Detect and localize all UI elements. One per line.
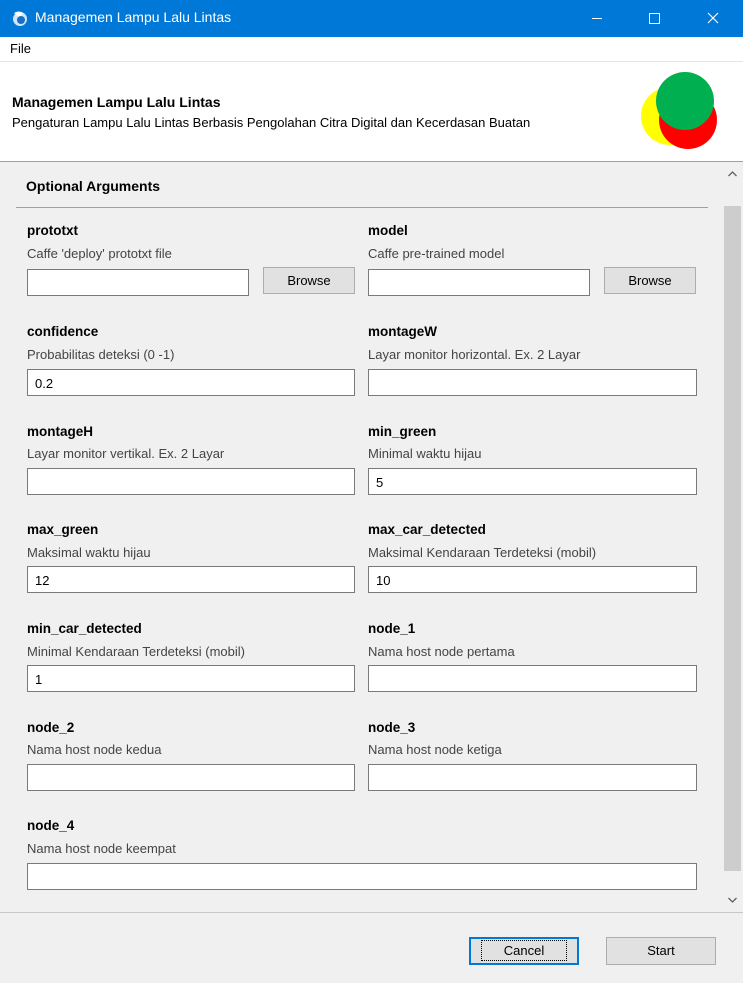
max-green-field[interactable]: 12 [27, 566, 355, 593]
node-2-label: node_2 [27, 720, 75, 735]
arguments-panel: Optional Arguments prototxt Caffe 'deplo… [0, 162, 722, 912]
node-3-label: node_3 [368, 720, 416, 735]
header-title: Managemen Lampu Lalu Lintas [12, 94, 221, 110]
maximize-button[interactable] [626, 0, 684, 37]
prototxt-desc: Caffe 'deploy' prototxt file [27, 246, 172, 261]
traffic-light-logo [641, 72, 717, 149]
node-2-desc: Nama host node kedua [27, 742, 162, 757]
app-icon [13, 11, 27, 26]
max-car-detected-field[interactable]: 10 [368, 566, 697, 593]
min-car-detected-field[interactable]: 1 [27, 665, 355, 692]
menu-bar: File [0, 37, 743, 62]
max-car-detected-label: max_car_detected [368, 522, 486, 537]
montageH-desc: Layar monitor vertikal. Ex. 2 Layar [27, 446, 225, 461]
max-green-label: max_green [27, 522, 99, 537]
node-4-desc: Nama host node keempat [27, 841, 176, 856]
node-3-desc: Nama host node ketiga [368, 742, 502, 757]
group-title: Optional Arguments [26, 178, 161, 194]
prototxt-label: prototxt [27, 223, 78, 238]
model-label: model [368, 223, 408, 238]
min-green-desc: Minimal waktu hijau [368, 446, 482, 461]
maximize-icon [649, 13, 660, 24]
header-subtitle: Pengaturan Lampu Lalu Lintas Berbasis Pe… [12, 115, 531, 130]
max-car-detected-desc: Maksimal Kendaraan Terdeteksi (mobil) [368, 545, 597, 560]
confidence-desc: Probabilitas deteksi (0 -1) [27, 347, 175, 362]
logo-green-circle [656, 72, 714, 130]
window-title: Managemen Lampu Lalu Lintas [35, 9, 232, 25]
vertical-scrollbar[interactable] [722, 162, 743, 912]
title-bar: Managemen Lampu Lalu Lintas [0, 0, 743, 37]
montageH-label: montageH [27, 424, 94, 439]
close-icon [707, 12, 719, 24]
minimize-button[interactable] [568, 0, 626, 37]
scroll-thumb[interactable] [724, 206, 741, 871]
confidence-label: confidence [27, 324, 99, 339]
scroll-down-icon[interactable] [722, 890, 743, 910]
min-car-detected-label: min_car_detected [27, 621, 142, 636]
header-panel: Managemen Lampu Lalu Lintas Pengaturan L… [0, 62, 743, 162]
node-4-field[interactable] [27, 863, 697, 890]
max-green-desc: Maksimal waktu hijau [27, 545, 151, 560]
minimize-icon [592, 18, 602, 19]
start-button[interactable]: Start [606, 937, 716, 965]
node-1-label: node_1 [368, 621, 416, 636]
min-car-detected-desc: Minimal Kendaraan Terdeteksi (mobil) [27, 644, 245, 659]
node-4-label: node_4 [27, 818, 75, 833]
cancel-button[interactable]: Cancel [469, 937, 579, 965]
confidence-field[interactable]: 0.2 [27, 369, 355, 396]
model-field[interactable] [368, 269, 590, 296]
node-1-desc: Nama host node pertama [368, 644, 515, 659]
node-3-field[interactable] [368, 764, 697, 791]
model-browse-button[interactable]: Browse [604, 267, 696, 294]
min-green-label: min_green [368, 424, 437, 439]
node-1-field[interactable] [368, 665, 697, 692]
scroll-up-icon[interactable] [722, 164, 743, 184]
cancel-button-label: Cancel [480, 940, 568, 961]
menu-file[interactable]: File [10, 41, 31, 56]
close-button[interactable] [684, 0, 742, 37]
prototxt-field[interactable] [27, 269, 249, 296]
min-green-field[interactable]: 5 [368, 468, 697, 495]
montageW-desc: Layar monitor horizontal. Ex. 2 Layar [368, 347, 581, 362]
prototxt-browse-button[interactable]: Browse [263, 267, 355, 294]
node-2-field[interactable] [27, 764, 355, 791]
montageW-field[interactable] [368, 369, 697, 396]
footer-bar: Cancel Start [0, 912, 743, 983]
group-divider [16, 207, 708, 208]
montageW-label: montageW [368, 324, 437, 339]
model-desc: Caffe pre-trained model [368, 246, 505, 261]
montageH-field[interactable] [27, 468, 355, 495]
